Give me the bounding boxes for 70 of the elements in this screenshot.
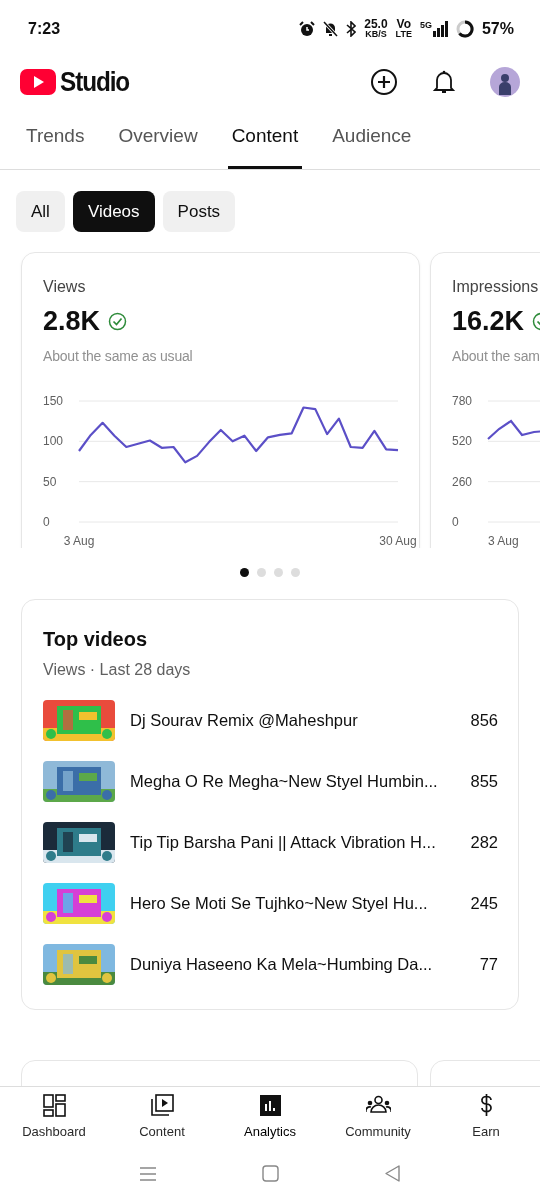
axis-label: 0 [43, 514, 50, 529]
card-subtitle: Views · Last 28 days [43, 659, 192, 680]
logo-text: Studio [60, 65, 130, 99]
nav-item[interactable]: Community [324, 1093, 432, 1148]
check-circle-icon [108, 311, 128, 331]
line-drawing [487, 419, 540, 440]
view-count: 77 [479, 953, 498, 975]
network-type: 5G [419, 20, 432, 30]
metric-title: Views [43, 277, 87, 298]
axis-label: 0 [452, 514, 459, 529]
tab[interactable]: Overview [114, 106, 202, 169]
avatar-icon[interactable] [490, 66, 520, 97]
axis-label: 100 [43, 434, 64, 448]
nav-item[interactable]: Dashboard [0, 1093, 108, 1148]
bar-chart-icon [257, 1093, 283, 1119]
tab[interactable]: Content [227, 106, 303, 169]
view-count: 855 [470, 770, 498, 792]
view-count: 856 [470, 709, 498, 731]
axis-label: 150 [43, 393, 64, 408]
axis-label: 30 Aug [379, 533, 417, 548]
video-title[interactable]: Tip Tip Barsha Pani || Attack Vibration H... [130, 829, 436, 855]
view-count: 282 [470, 831, 498, 853]
nav-item[interactable]: Analytics [216, 1093, 324, 1148]
tab[interactable]: Audience [328, 106, 416, 169]
page-dot[interactable] [274, 567, 283, 577]
metric-note: About the same as usual [43, 346, 194, 366]
battery-ring-icon [455, 19, 474, 38]
video-stack-icon [149, 1093, 175, 1119]
speed-unit: KB/S [364, 29, 388, 39]
lte-label: LTE [395, 29, 412, 39]
axis-label: 50 [43, 474, 57, 489]
metric-value: 2.8K [43, 305, 101, 339]
dashboard-icon [41, 1093, 67, 1119]
bell-icon[interactable] [432, 68, 456, 95]
filter-chip[interactable]: Videos [72, 190, 155, 233]
home-icon[interactable] [262, 1165, 279, 1183]
network-speed: 25.0 [364, 18, 388, 30]
axis-label: 3 Aug [63, 533, 95, 548]
alarm-icon [299, 20, 316, 37]
video-title[interactable]: Hero Se Moti Se Tujhko~New Styel Hu... [130, 890, 428, 916]
add-icon[interactable] [370, 67, 398, 96]
metric-note: About the sam [452, 346, 540, 366]
bluetooth-icon [346, 20, 357, 37]
nav-item[interactable]: Content [108, 1093, 216, 1148]
logo-icon [20, 68, 56, 95]
tab[interactable]: Trends [22, 106, 89, 169]
filter-chip[interactable]: Posts [162, 190, 236, 233]
axis-label: 780 [452, 393, 473, 408]
battery-percent: 57% [481, 18, 514, 39]
nav-item[interactable]: Earn [432, 1093, 540, 1148]
axis-label: 520 [452, 434, 473, 448]
menu-icon[interactable] [139, 1165, 157, 1182]
axis-label: 3 Aug [488, 533, 519, 548]
clock-time: 7:23 [28, 18, 61, 39]
metric-value: 16.2K [452, 305, 525, 339]
card-title: Top videos [43, 626, 149, 652]
video-title[interactable]: Dj Sourav Remix @Maheshpur [130, 707, 358, 733]
back-icon[interactable] [384, 1165, 401, 1183]
video-title[interactable]: Megha O Re Megha~New Styel Humbin... [130, 768, 438, 794]
axis-label: 260 [452, 474, 473, 489]
page-dot[interactable] [291, 567, 300, 577]
video-title[interactable]: Duniya Haseeno Ka Mela~Humbing Da... [130, 951, 433, 977]
filter-chip[interactable]: All [16, 190, 65, 233]
signal-icon [431, 20, 448, 37]
page-dot[interactable] [257, 567, 266, 577]
page-dot[interactable] [240, 567, 249, 577]
metric-title: Impressions [452, 277, 540, 298]
volte-label: Vo [395, 18, 412, 30]
bell-off-icon [323, 20, 339, 37]
view-count: 245 [470, 892, 498, 914]
